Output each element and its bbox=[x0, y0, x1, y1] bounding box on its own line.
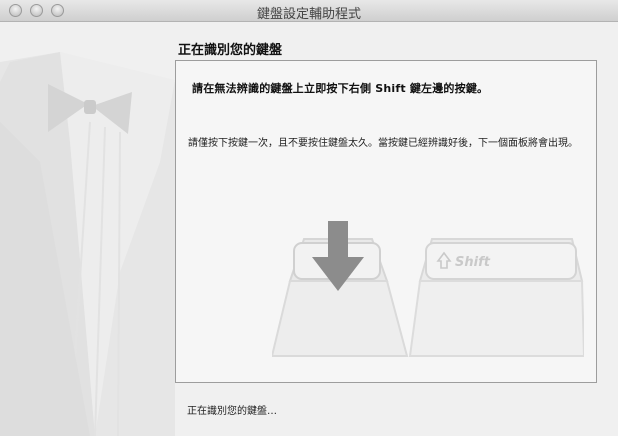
instruction-panel: 請在無法辨識的鍵盤上立即按下右側 Shift 鍵左邊的按鍵。 請僅按下按鍵一次，… bbox=[175, 60, 597, 383]
status-text: 正在識別您的鍵盤… bbox=[187, 406, 277, 417]
instruction-text: 請在無法辨識的鍵盤上立即按下右側 Shift 鍵左邊的按鍵。 bbox=[192, 82, 489, 95]
shift-key-illustration: Shift bbox=[408, 238, 584, 357]
page-heading: 正在識別您的鍵盤 bbox=[178, 43, 283, 58]
window-title: 鍵盤設定輔助程式 bbox=[256, 7, 361, 22]
keyboard-illustration: Shift bbox=[272, 221, 584, 357]
shift-key-label: Shift bbox=[455, 255, 491, 270]
keyboard-setup-assistant-window: 鍵盤設定輔助程式 正在識別您的鍵盤 請在無法辨識的鍵盤上立即按下右側 Shift… bbox=[0, 0, 618, 436]
tuxedo-illustration bbox=[0, 52, 175, 436]
description-text: 請僅按下按鍵一次，且不要按住鍵盤太久。當按鍵已經辨識好後，下一個面板將會出現。 bbox=[188, 138, 578, 149]
window-content: 正在識別您的鍵盤 請在無法辨識的鍵盤上立即按下右側 Shift 鍵左邊的按鍵。 … bbox=[0, 22, 618, 436]
title-bar[interactable]: 鍵盤設定輔助程式 bbox=[0, 0, 618, 22]
